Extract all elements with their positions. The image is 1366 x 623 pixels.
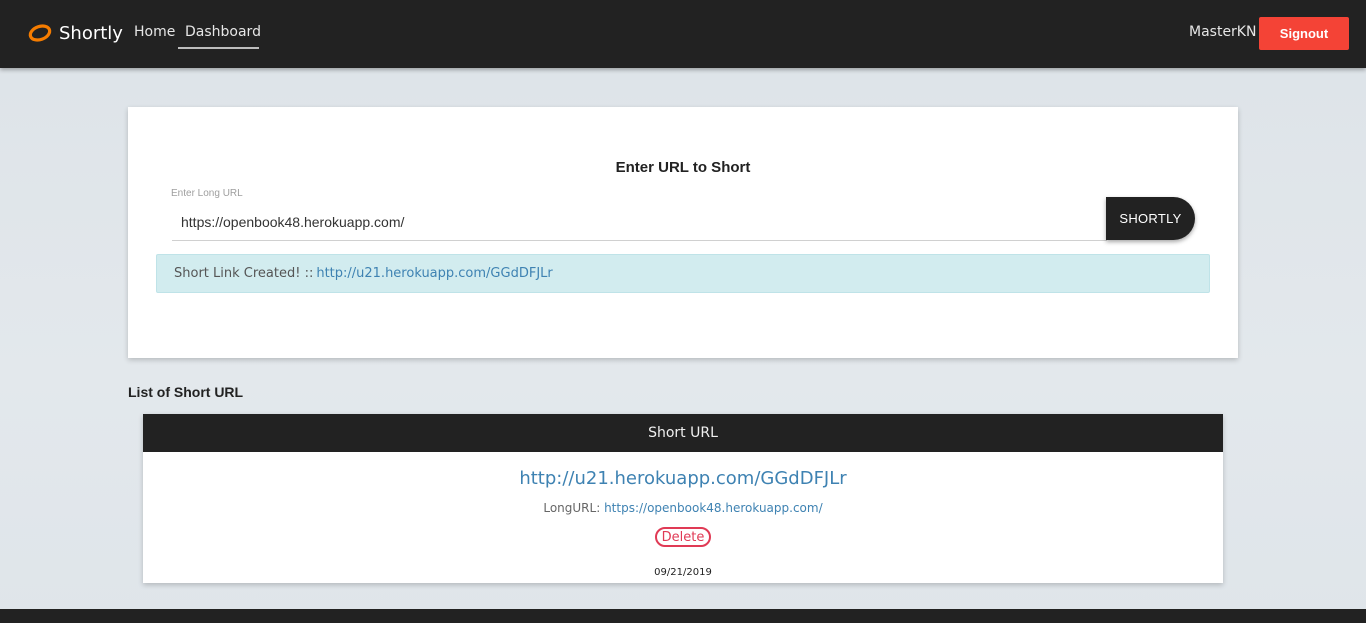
short-url-table: Short URL http://u21.herokuapp.com/GGdDF… xyxy=(143,414,1223,583)
long-url-input-label: Enter Long URL xyxy=(171,188,243,199)
signout-button[interactable]: Signout xyxy=(1259,17,1349,50)
list-title: List of Short URL xyxy=(128,384,244,400)
active-nav-indicator xyxy=(178,47,259,49)
orange-ring-logo-icon xyxy=(28,24,52,42)
alert-message: Short Link Created! :: xyxy=(174,266,314,281)
alert-short-link[interactable]: http://u21.herokuapp.com/GGdDFJLr xyxy=(316,266,552,281)
short-url-link[interactable]: http://u21.herokuapp.com/GGdDFJLr xyxy=(143,468,1223,489)
long-url-label: LongURL: xyxy=(543,501,601,515)
table-header: Short URL xyxy=(143,414,1223,452)
nav-link-home[interactable]: Home xyxy=(134,24,175,40)
brand-logo[interactable]: Shortly xyxy=(27,20,123,46)
success-alert: Short Link Created! :: http://u21.heroku… xyxy=(156,254,1210,293)
delete-button[interactable]: Delete xyxy=(655,527,711,547)
brand-name: Shortly xyxy=(59,22,123,44)
navbar: Shortly Home Dashboard MasterKN Signout xyxy=(0,0,1366,68)
long-url-link[interactable]: https://openbook48.herokuapp.com/ xyxy=(604,501,823,515)
shortener-title: Enter URL to Short xyxy=(615,159,751,176)
nav-link-dashboard[interactable]: Dashboard xyxy=(185,24,261,40)
long-url-input[interactable] xyxy=(172,204,1107,241)
shortly-button[interactable]: SHORTLY xyxy=(1106,197,1195,240)
username-label: MasterKN xyxy=(1189,24,1257,40)
long-url-row: LongURL: https://openbook48.herokuapp.co… xyxy=(143,501,1223,515)
created-date: 09/21/2019 xyxy=(654,567,712,578)
shortener-card: Enter URL to Short Enter Long URL SHORTL… xyxy=(128,107,1238,358)
footer xyxy=(0,609,1366,623)
